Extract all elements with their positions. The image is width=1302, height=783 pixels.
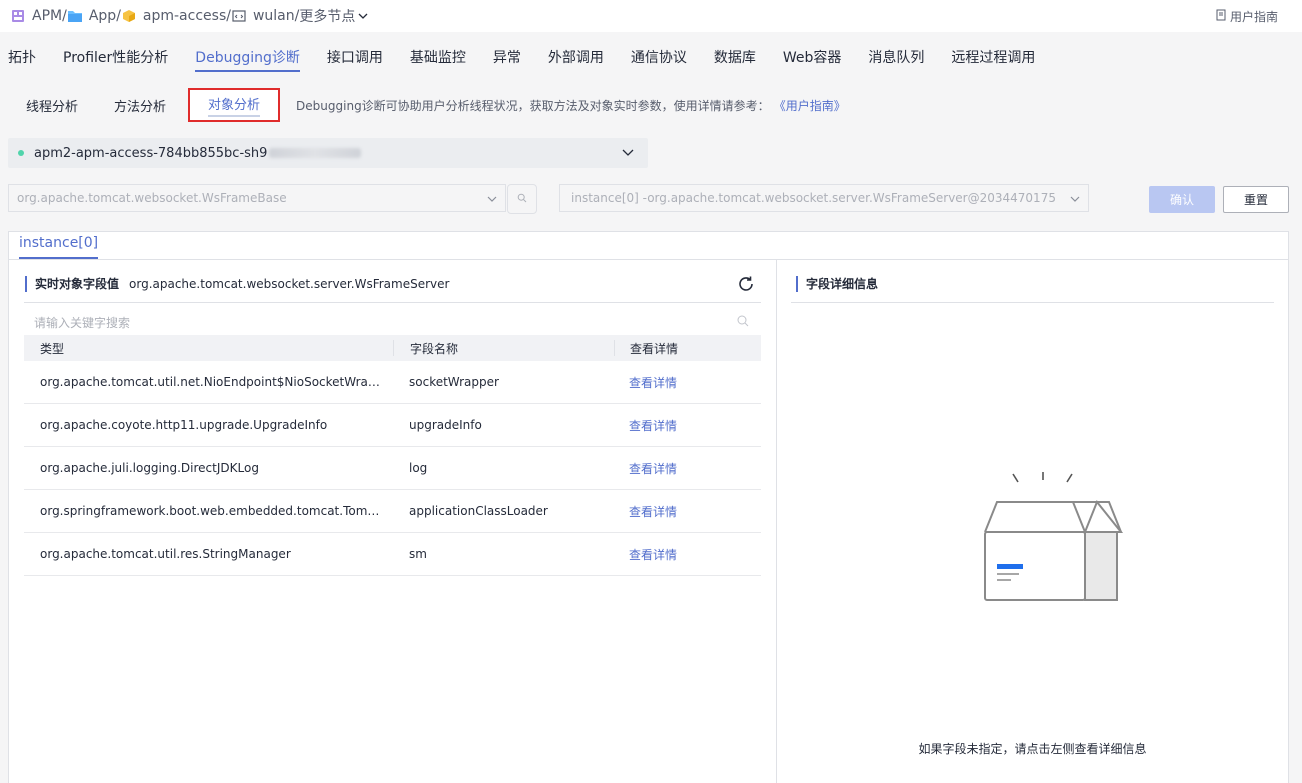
breadcrumb-wulan[interactable]: wulan [231,8,295,24]
tab-web-container[interactable]: Web容器 [783,32,842,82]
tab-rpc[interactable]: 远程过程调用 [951,32,1035,82]
divider [776,260,777,783]
subtab-method-analysis[interactable]: 方法分析 [96,88,184,122]
document-icon [1216,9,1226,24]
tab-debugging[interactable]: Debugging诊断 [195,32,300,82]
breadcrumb-app[interactable]: App [67,8,116,24]
divider [24,302,761,303]
search-icon [517,192,527,207]
table-row: org.apache.tomcat.util.net.NioEndpoint$N… [24,361,761,404]
cube-icon [121,8,137,24]
cell-field-name: upgradeInfo [409,418,482,432]
section-title: 字段详细信息 [806,277,879,291]
reset-button[interactable]: 重置 [1223,186,1289,213]
cell-field-name: log [409,461,428,475]
confirm-button[interactable]: 确认 [1149,186,1215,213]
breadcrumb: APM / App / apm-access / wulan / 更多节点 [0,0,1302,32]
table-row: org.apache.juli.logging.DirectJDKLog log… [24,447,761,490]
subtab-thread-analysis[interactable]: 线程分析 [8,88,96,122]
breadcrumb-apm[interactable]: APM [10,8,62,24]
view-details-link[interactable]: 查看详情 [629,505,677,519]
empty-box-icon [961,470,1125,608]
pod-select[interactable]: apm2-apm-access-784bb855bc-sh9 [8,138,648,168]
apm-icon [10,8,26,24]
class-select[interactable]: org.apache.tomcat.websocket.WsFrameBase [8,184,506,212]
cell-type: org.springframework.boot.web.embedded.to… [40,504,393,518]
refresh-icon[interactable] [736,274,756,298]
view-details-link[interactable]: 查看详情 [629,376,677,390]
cell-field-name: applicationClassLoader [409,504,548,518]
tab-protocols[interactable]: 通信协议 [631,32,687,82]
cell-type: org.apache.tomcat.util.net.NioEndpoint$N… [40,375,393,389]
view-details-link[interactable]: 查看详情 [629,548,677,562]
cell-field-name: sm [409,547,427,561]
section-title: 实时对象字段值 [35,277,120,291]
chevron-down-icon [1070,192,1080,206]
object-analysis-panel: instance[0] 实时对象字段值 org.apache.tomcat.we… [8,231,1289,783]
fields-table-body: org.apache.tomcat.util.net.NioEndpoint$N… [24,361,761,576]
folder-icon [67,8,83,24]
cell-type: org.apache.tomcat.util.res.StringManager [40,547,291,561]
main-tabs: 拓扑 Profiler性能分析 Debugging诊断 接口调用 基础监控 异常… [0,32,1302,82]
live-fields-header: 实时对象字段值 org.apache.tomcat.websocket.serv… [25,275,449,292]
column-header-details: 查看详情 [614,340,761,356]
debugging-description: Debugging诊断可协助用户分析线程状况，获取方法及对象实时参数，使用详情请… [296,98,846,113]
user-guide-link[interactable]: 用户指南 [1216,8,1278,25]
tab-external-calls[interactable]: 外部调用 [548,32,604,82]
sub-tabs: 线程分析 方法分析 对象分析 Debugging诊断可协助用户分析线程状况，获取… [8,88,846,122]
object-class-name: org.apache.tomcat.websocket.server.WsFra… [129,276,450,291]
column-header-type: 类型 [40,341,65,356]
chevron-down-icon [358,12,368,20]
tab-exceptions[interactable]: 异常 [493,32,521,82]
view-details-link[interactable]: 查看详情 [629,462,677,476]
cell-type: org.apache.juli.logging.DirectJDKLog [40,461,259,475]
tab-topology[interactable]: 拓扑 [8,32,36,82]
field-search-input[interactable]: 请输入关键字搜索 [24,310,761,334]
more-nodes-dropdown[interactable]: 更多节点 [299,6,368,26]
subtab-object-analysis[interactable]: 对象分析 [188,88,281,122]
tab-interface-calls[interactable]: 接口调用 [327,32,383,82]
tab-profiler[interactable]: Profiler性能分析 [63,32,168,82]
code-window-icon [231,8,247,24]
section-marker [25,275,27,292]
section-marker [796,275,798,292]
breadcrumb-apm-access[interactable]: apm-access [121,8,226,24]
cell-field-name: socketWrapper [409,375,499,389]
cell-type: org.apache.coyote.http11.upgrade.Upgrade… [40,418,328,432]
column-header-field-name: 字段名称 [393,340,614,356]
divider [9,259,1288,260]
tab-database[interactable]: 数据库 [714,32,756,82]
divider [791,302,1274,303]
status-dot [18,150,24,156]
chevron-down-icon [622,146,634,161]
tab-instance-0[interactable]: instance[0] [19,235,99,259]
view-details-link[interactable]: 查看详情 [629,419,677,433]
user-guide-inline-link[interactable]: 《用户指南》 [780,99,846,113]
class-search-button[interactable] [507,184,537,214]
table-row: org.apache.coyote.http11.upgrade.Upgrade… [24,404,761,447]
tab-message-queue[interactable]: 消息队列 [868,32,924,82]
table-header: 类型 字段名称 查看详情 [24,335,761,361]
instance-select[interactable]: instance[0] -org.apache.tomcat.websocket… [559,184,1089,212]
tab-basic-monitoring[interactable]: 基础监控 [410,32,466,82]
empty-state-text: 如果字段未指定，请点击左侧查看详细信息 [918,742,1147,756]
table-row: org.springframework.boot.web.embedded.to… [24,490,761,533]
table-row: org.apache.tomcat.util.res.StringManager… [24,533,761,576]
redacted-text [269,148,362,158]
chevron-down-icon [487,192,497,206]
search-icon[interactable] [737,315,749,330]
field-details-header: 字段详细信息 [796,275,878,292]
